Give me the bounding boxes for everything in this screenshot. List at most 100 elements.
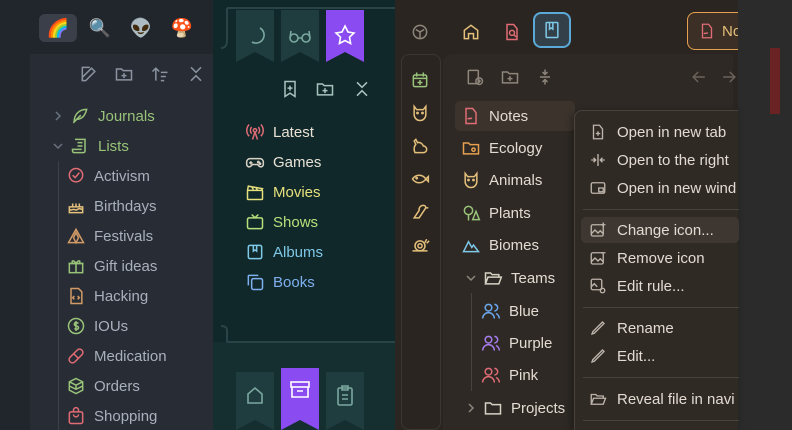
- tab-archive[interactable]: [281, 368, 319, 430]
- arrow-left-icon[interactable]: [689, 67, 709, 87]
- tree-item-lists[interactable]: Lists: [70, 131, 129, 161]
- arrow-right-icon[interactable]: [719, 67, 739, 87]
- magnifier-icon: 🔍: [88, 17, 112, 38]
- tree-item-label: Teams: [511, 269, 556, 287]
- menu-remove-icon[interactable]: Remove icon: [575, 245, 739, 271]
- tree-item-animals[interactable]: Animals: [461, 165, 542, 195]
- list-item-label: Gift ideas: [94, 257, 158, 275]
- menu-edit[interactable]: Edit...: [575, 343, 739, 369]
- search-tab[interactable]: 🔍: [81, 14, 119, 42]
- chevron-right-icon[interactable]: [53, 111, 63, 121]
- album-icon: [247, 244, 263, 260]
- tree-item-label: Purple: [509, 334, 553, 352]
- bookmark-latest[interactable]: Latest: [245, 117, 314, 147]
- image-plus-icon: [590, 222, 606, 237]
- menu-open-window[interactable]: Open in new wind: [575, 175, 739, 201]
- list-item-hacking[interactable]: Hacking: [66, 281, 148, 311]
- list-item-medication[interactable]: Medication: [66, 341, 167, 371]
- users-icon: [481, 335, 501, 351]
- home-icon[interactable]: [461, 22, 481, 42]
- menu-reveal[interactable]: Reveal file in navi: [575, 386, 739, 412]
- tree-item-label: Plants: [489, 204, 531, 222]
- new-folder-icon[interactable]: [500, 67, 520, 87]
- chevron-right-icon[interactable]: [466, 403, 476, 413]
- new-folder-icon[interactable]: [114, 64, 134, 84]
- tab-favorites[interactable]: [326, 10, 364, 62]
- menu-open-new-tab[interactable]: Open in new tab: [575, 119, 739, 145]
- bookmark-games[interactable]: Games: [245, 147, 321, 177]
- new-bookmark-icon[interactable]: [280, 79, 300, 99]
- clapperboard-icon: [246, 185, 264, 201]
- cube-icon[interactable]: [410, 22, 430, 42]
- bookmark-label: Movies: [273, 183, 321, 201]
- list-item-birthdays[interactable]: Birthdays: [66, 191, 157, 221]
- new-group-icon[interactable]: [315, 79, 335, 99]
- tree-item-label: Ecology: [489, 139, 543, 157]
- mountain-icon: [462, 240, 480, 253]
- bookmark-tab-active[interactable]: [533, 12, 571, 48]
- folder-search-icon: [462, 142, 480, 155]
- tab-clipboard[interactable]: [326, 372, 364, 430]
- chevron-down-icon[interactable]: [466, 273, 476, 283]
- tree-item-plants[interactable]: Plants: [461, 198, 531, 228]
- tree-item-teams[interactable]: Teams: [483, 263, 555, 293]
- list-item-ious[interactable]: IOUs: [66, 311, 128, 341]
- menu-edit-rule[interactable]: Edit rule...: [575, 273, 739, 299]
- tree-item-projects[interactable]: Projects: [483, 393, 565, 423]
- tree-item-biomes[interactable]: Biomes: [461, 230, 539, 260]
- tab-home[interactable]: [236, 372, 274, 430]
- chevron-down-icon[interactable]: [53, 141, 63, 151]
- snail-icon[interactable]: [410, 235, 430, 255]
- fish-icon[interactable]: [410, 169, 430, 189]
- calendar-plus-icon[interactable]: [410, 70, 430, 90]
- collapse-icon[interactable]: [535, 67, 555, 87]
- cat-icon[interactable]: [410, 103, 430, 123]
- list-item-shopping[interactable]: Shopping: [66, 401, 157, 430]
- collapse-all-icon[interactable]: [352, 79, 372, 99]
- list-item-gift-ideas[interactable]: Gift ideas: [66, 251, 157, 281]
- bookmark-books[interactable]: Books: [245, 267, 315, 297]
- sort-icon[interactable]: [150, 64, 170, 84]
- tv-icon: [246, 213, 264, 230]
- collapse-all-icon[interactable]: [186, 64, 206, 84]
- split-arrows-icon: [591, 154, 605, 166]
- mushroom-tab[interactable]: 🍄: [163, 14, 201, 42]
- file-signature-icon: [465, 107, 477, 125]
- right-edge: [738, 0, 792, 430]
- alien-tab[interactable]: 👽: [122, 14, 160, 42]
- list-item-label: Orders: [94, 377, 140, 395]
- bird-icon[interactable]: [410, 202, 430, 222]
- rabbit-icon[interactable]: [410, 136, 430, 156]
- scrollbar-thumb[interactable]: [770, 48, 780, 114]
- menu-change-icon[interactable]: Change icon...: [581, 217, 739, 243]
- tree-item-label: Notes: [489, 107, 529, 125]
- tree-item-pink[interactable]: Pink: [481, 360, 538, 390]
- tree-item-purple[interactable]: Purple: [481, 328, 552, 358]
- tree-item-journals[interactable]: Journals: [70, 101, 155, 131]
- pill-icon: [68, 348, 84, 364]
- list-item-festivals[interactable]: Festivals: [66, 221, 153, 251]
- tab-reading[interactable]: [281, 10, 319, 62]
- scroll-icon: [71, 138, 86, 154]
- list-item-orders[interactable]: Orders: [66, 371, 140, 401]
- tree-item-label: Animals: [489, 171, 543, 189]
- menu-separator: [583, 377, 739, 378]
- menu-open-right[interactable]: Open to the right: [575, 147, 739, 173]
- new-note-icon[interactable]: [79, 64, 99, 84]
- bookmark-albums[interactable]: Albums: [245, 237, 323, 267]
- file-search-icon[interactable]: [502, 22, 522, 42]
- menu-rename[interactable]: Rename: [575, 315, 739, 341]
- tree-item-blue[interactable]: Blue: [481, 296, 539, 326]
- bookmark-label: Shows: [273, 213, 319, 231]
- tree-guide: [58, 161, 59, 430]
- bookmark-movies[interactable]: Movies: [245, 177, 321, 207]
- new-note-icon[interactable]: [465, 67, 485, 87]
- list-item-activism[interactable]: Activism: [66, 161, 150, 191]
- tree-item-notes[interactable]: Notes: [461, 101, 528, 131]
- bookmark-shows[interactable]: Shows: [245, 207, 318, 237]
- tree-item-ecology[interactable]: Ecology: [461, 133, 542, 163]
- rainbow-tab[interactable]: 🌈: [39, 14, 77, 42]
- bookmark-label: Books: [273, 273, 315, 291]
- tab-night[interactable]: [236, 10, 274, 62]
- image-gear-icon: [590, 278, 606, 294]
